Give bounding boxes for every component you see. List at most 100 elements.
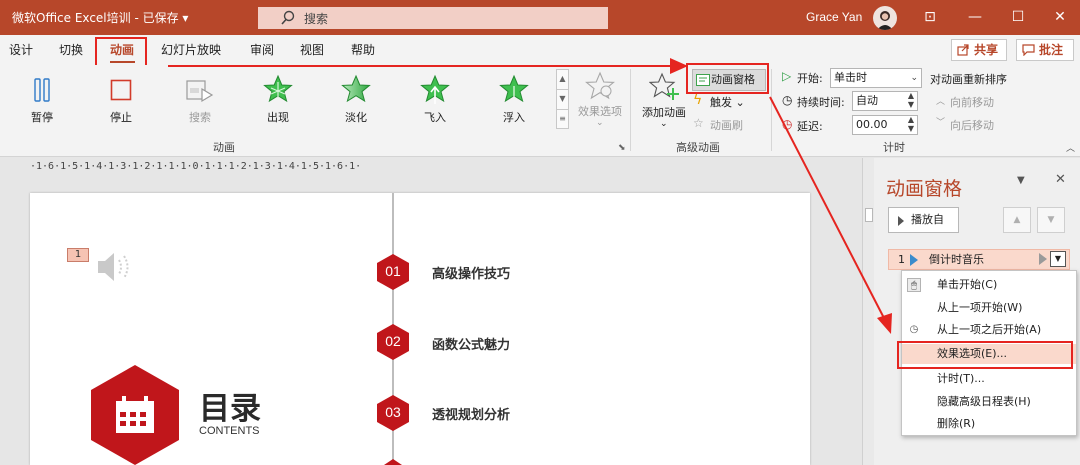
group-label-timing: 计时 xyxy=(883,141,905,154)
highlight-box-animations-tab xyxy=(95,37,147,67)
effect-options-button[interactable]: 效果选项 ⌄ xyxy=(575,69,625,135)
add-animation-button[interactable]: 添加动画 ⌄ xyxy=(636,69,692,135)
avatar-icon xyxy=(877,11,893,30)
start-label: 开始: xyxy=(797,72,823,85)
chevron-up-icon: ︿ xyxy=(936,97,946,107)
delay-value: 00.00 xyxy=(856,118,888,131)
dialog-launcher-icon[interactable]: ⬊ xyxy=(618,143,626,153)
menu-item-remove[interactable]: 删除(R) xyxy=(902,414,1076,434)
animation-painter-label: 动画刷 xyxy=(710,119,743,132)
move-up-button[interactable]: ▲ xyxy=(1003,207,1031,233)
gallery-more-icon[interactable]: ≡ xyxy=(557,110,568,130)
clock-icon: ◷ xyxy=(782,93,793,107)
duration-field[interactable]: 自动 ▲ ▼ xyxy=(852,91,918,111)
slide-title: 目录 xyxy=(199,391,261,427)
start-dropdown[interactable]: 单击时 ⌄ xyxy=(830,68,922,88)
animation-fly-in[interactable]: 飞入 xyxy=(409,71,461,125)
ribbon-display-button[interactable]: ⊡ xyxy=(910,0,950,35)
vertical-scrollbar[interactable] xyxy=(862,158,874,465)
user-name[interactable]: Grace Yan xyxy=(806,10,862,24)
item-number: 03 xyxy=(385,404,401,420)
menu-item-start-on-click[interactable]: 🖱 单击开始(C) xyxy=(902,275,1076,295)
play-from-label: 播放自 xyxy=(911,213,944,226)
spinner-icon[interactable]: ▲ ▼ xyxy=(908,115,914,133)
animation-seek[interactable]: 搜索 xyxy=(174,71,226,125)
collapse-ribbon-icon[interactable]: ︿ xyxy=(1066,141,1075,154)
share-button[interactable]: 共享 xyxy=(951,39,1007,61)
seek-icon xyxy=(186,80,214,103)
avatar[interactable] xyxy=(873,6,897,30)
scroll-thumb[interactable] xyxy=(865,208,873,222)
menu-item-after-previous[interactable]: ◷ 从上一项之后开始(A) xyxy=(902,320,1076,340)
spinner-icon[interactable]: ▲ ▼ xyxy=(908,91,914,109)
duration-value: 自动 xyxy=(856,94,878,107)
comment-button[interactable]: 批注 xyxy=(1016,39,1074,61)
menu-item-timing[interactable]: 计时(T)... xyxy=(902,369,1076,389)
move-earlier-button[interactable]: ︿ 向前移动 xyxy=(936,94,994,110)
animation-pause[interactable]: 暂停 xyxy=(16,71,68,125)
fade-label: 淡化 xyxy=(345,111,367,124)
menu-item-label: 计时(T)... xyxy=(937,372,985,385)
animation-appear[interactable]: 出现 xyxy=(252,71,304,125)
tab-design[interactable]: 设计 xyxy=(9,41,33,58)
gallery-down-icon[interactable]: ▼ xyxy=(557,90,568,110)
trigger-button[interactable]: ϟ 触发 ⌄ xyxy=(693,92,745,110)
gallery-up-icon[interactable]: ▲ xyxy=(557,70,568,90)
maximize-button[interactable]: ☐ xyxy=(998,0,1038,35)
slide-subtitle: CONTENTS xyxy=(199,425,260,437)
item-hexagon-04 xyxy=(384,459,402,465)
menu-item-hide-timeline[interactable]: 隐藏高级日程表(H) xyxy=(902,392,1076,412)
mouse-click-icon: 🖱 xyxy=(907,278,921,292)
move-down-button[interactable]: ▼ xyxy=(1037,207,1065,233)
stop-icon xyxy=(110,79,132,101)
document-title[interactable]: 微软Office Excel培训 - 已保存 ▾ xyxy=(12,9,188,26)
effect-options-chevron-icon: ⌄ xyxy=(596,118,604,128)
delay-label-wrap: ◷ 延迟: xyxy=(782,117,823,134)
menu-item-with-previous[interactable]: 从上一项开始(W) xyxy=(902,298,1076,318)
tab-slide-show[interactable]: 幻灯片放映 xyxy=(161,41,221,58)
item-number: 02 xyxy=(385,333,401,349)
animation-fade[interactable]: 淡化 xyxy=(330,71,382,125)
fly-in-star-icon xyxy=(420,74,450,104)
list-item-number: 1 xyxy=(898,253,905,266)
tab-help[interactable]: 帮助 xyxy=(351,41,375,58)
animation-float-in[interactable]: 浮入 xyxy=(488,71,540,125)
speaker-icon[interactable] xyxy=(96,249,136,285)
item-dropdown-button[interactable]: ▼ xyxy=(1050,251,1066,267)
float-in-label: 浮入 xyxy=(503,111,525,124)
pane-close-icon[interactable]: ✕ xyxy=(1055,172,1066,187)
item-label: 函数公式魅力 xyxy=(432,338,511,353)
comment-label: 批注 xyxy=(1039,43,1064,57)
painter-icon: ☆ xyxy=(693,116,704,130)
start-value: 单击时 xyxy=(834,71,867,84)
menu-item-label: 单击开始(C) xyxy=(937,278,998,291)
group-separator xyxy=(771,69,772,151)
pane-options-icon[interactable]: ▼ xyxy=(1017,175,1025,186)
animation-painter-button[interactable]: ☆ 动画刷 xyxy=(693,116,743,133)
tab-view[interactable]: 视图 xyxy=(300,41,324,58)
animation-stop[interactable]: 停止 xyxy=(95,71,147,125)
item-label: 高级操作技巧 xyxy=(432,267,511,282)
add-animation-icon xyxy=(649,72,679,100)
delay-label: 延迟: xyxy=(797,120,823,133)
tab-review[interactable]: 审阅 xyxy=(250,41,274,58)
close-button[interactable]: ✕ xyxy=(1040,0,1080,35)
gallery-scroller[interactable]: ▲ ▼ ≡ xyxy=(556,69,569,129)
menu-item-label: 从上一项开始(W) xyxy=(937,301,1023,314)
tab-transitions[interactable]: 切换 xyxy=(59,41,83,58)
add-animation-label: 添加动画 xyxy=(642,106,686,119)
play-from-button[interactable]: 播放自 xyxy=(888,207,959,233)
animation-list-item[interactable]: 1 倒计时音乐 ▼ xyxy=(888,249,1070,270)
ribbon: 暂停 停止 搜索 出现 淡化 飞入 浮入 ▲ ▼ ≡ 效果选项 ⌄ 动画 ⬊ 添… xyxy=(0,65,1080,157)
stop-label: 停止 xyxy=(110,111,132,124)
minimize-button[interactable]: — xyxy=(955,0,995,35)
calendar-hexagon-icon xyxy=(91,365,179,465)
media-play-icon xyxy=(910,254,918,266)
move-later-button[interactable]: ﹀ 向后移动 xyxy=(936,117,994,133)
animation-order-tag[interactable]: 1 xyxy=(67,248,89,262)
fly-in-label: 飞入 xyxy=(424,111,446,124)
delay-field[interactable]: 00.00 ▲ ▼ xyxy=(852,115,918,135)
search-box[interactable]: 搜索 xyxy=(258,7,608,29)
start-label-wrap: ▷ 开始: xyxy=(782,69,823,86)
highlight-box-animation-pane xyxy=(686,63,769,94)
